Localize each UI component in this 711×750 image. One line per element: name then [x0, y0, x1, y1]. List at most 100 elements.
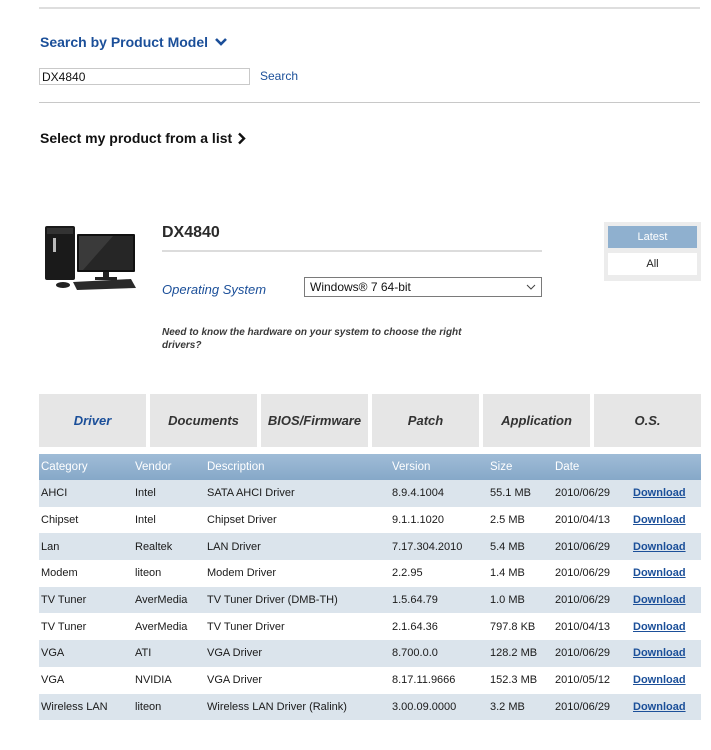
- select-list-label: Select my product from a list: [40, 130, 233, 146]
- cell-size: 1.0 MB: [490, 594, 525, 607]
- table-row: VGA NVIDIA VGA Driver 8.17.11.9666 152.3 MB 2…: [39, 666, 701, 694]
- table-header-row: Category Vendor Description Version Size…: [39, 454, 701, 480]
- cell-date: 2010/06/29: [555, 700, 611, 713]
- cell-version: 8.9.4.1004: [392, 487, 444, 500]
- tab-documents[interactable]: Documents: [150, 394, 257, 447]
- header-description: Description: [207, 461, 265, 473]
- cell-description: LAN Driver: [207, 540, 261, 553]
- cell-description: TV Tuner Driver (DMB-TH): [207, 594, 338, 607]
- cell-action: Download: [631, 507, 701, 534]
- header-category: Category: [41, 461, 88, 473]
- cell-version: 3.00.09.0000: [392, 700, 457, 713]
- cell-version: 8.17.11.9666: [392, 674, 456, 687]
- version-filter: Latest All: [604, 222, 701, 281]
- cell-size: 128.2 MB: [490, 647, 538, 660]
- cell-action: Download: [631, 560, 701, 587]
- model-search-input[interactable]: [39, 68, 250, 85]
- chevron-right-icon: [238, 132, 246, 144]
- download-link[interactable]: Download: [633, 674, 686, 686]
- download-link[interactable]: Download: [633, 701, 686, 713]
- cell-vendor: AverMedia: [135, 594, 188, 607]
- cell-date: 2010/04/13: [555, 620, 611, 633]
- product-model-title: DX4840: [162, 224, 220, 241]
- cell-vendor: ATI: [135, 647, 152, 660]
- driver-table: Category Vendor Description Version Size…: [39, 454, 701, 721]
- os-label: Operating System: [162, 282, 267, 297]
- download-link[interactable]: Download: [633, 487, 686, 499]
- cell-vendor: liteon: [135, 567, 162, 580]
- top-divider: [39, 7, 700, 9]
- cell-vendor: NVIDIA: [135, 674, 172, 687]
- cell-category: VGA: [41, 674, 65, 687]
- cell-date: 2010/06/29: [555, 594, 611, 607]
- download-link[interactable]: Download: [633, 594, 686, 606]
- cell-date: 2010/06/29: [555, 487, 611, 500]
- tab-bios-firmware[interactable]: BIOS/Firmware: [261, 394, 368, 447]
- cell-size: 152.3 MB: [490, 674, 538, 687]
- table-row: Chipset Intel Chipset Driver 9.1.1.1020 2.5 …: [39, 506, 701, 534]
- table-row: Wireless LAN liteon Wireless LAN Driver (R…: [39, 693, 701, 721]
- hardware-help-link[interactable]: Need to know the hardware on your system…: [162, 326, 502, 352]
- cell-version: 7.17.304.2010: [392, 540, 463, 553]
- tab-driver[interactable]: Driver: [39, 394, 146, 447]
- cell-description: TV Tuner Driver: [207, 620, 285, 633]
- header-version: Version: [392, 461, 431, 473]
- cell-action: Download: [631, 533, 701, 560]
- cell-category: AHCI: [41, 487, 68, 500]
- cell-category: VGA: [41, 647, 65, 660]
- cell-description: Modem Driver: [207, 567, 277, 580]
- cell-size: 55.1 MB: [490, 487, 531, 500]
- filter-all-button[interactable]: All: [608, 253, 697, 275]
- cell-size: 797.8 KB: [490, 620, 536, 633]
- cell-description: SATA AHCI Driver: [207, 487, 295, 500]
- tab-application[interactable]: Application: [483, 394, 590, 447]
- cell-action: Download: [631, 667, 701, 694]
- cell-category: TV Tuner: [41, 594, 87, 607]
- cell-description: VGA Driver: [207, 674, 263, 687]
- download-link[interactable]: Download: [633, 567, 686, 579]
- table-row: VGA ATI VGA Driver 8.700.0.0 128.2 MB 2010/06…: [39, 640, 701, 667]
- cell-category: Wireless LAN: [41, 700, 108, 713]
- table-row: TV Tuner AverMedia TV Tuner Driver 2.1.64.3…: [39, 613, 701, 641]
- download-category-tabs: Driver Documents BIOS/Firmware Patch App…: [39, 394, 701, 447]
- cell-description: Chipset Driver: [207, 514, 277, 527]
- search-heading-label: Search by Product Model: [40, 34, 209, 50]
- filter-latest-button[interactable]: Latest: [608, 226, 697, 248]
- cell-version: 2.2.95: [392, 567, 423, 580]
- cell-version: 9.1.1.1020: [392, 514, 444, 527]
- download-link[interactable]: Download: [633, 514, 686, 526]
- cell-vendor: AverMedia: [135, 620, 188, 633]
- desktop-computer-image: [45, 226, 136, 290]
- cell-category: Modem: [41, 567, 78, 580]
- download-link[interactable]: Download: [633, 541, 686, 553]
- tab-patch[interactable]: Patch: [372, 394, 479, 447]
- cell-action: Download: [631, 694, 701, 721]
- cell-description: Wireless LAN Driver (Ralink): [207, 700, 347, 713]
- cell-action: Download: [631, 587, 701, 614]
- title-divider: [162, 250, 542, 252]
- select-from-list-link[interactable]: Select my product from a list: [40, 130, 247, 146]
- search-by-model-toggle[interactable]: Search by Product Model: [40, 34, 228, 50]
- cell-size: 1.4 MB: [490, 567, 525, 580]
- cell-date: 2010/06/29: [555, 647, 611, 660]
- search-button[interactable]: Search: [260, 69, 298, 83]
- cell-category: Lan: [41, 540, 60, 553]
- chevron-down-icon: [215, 38, 227, 46]
- table-row: AHCI Intel SATA AHCI Driver 8.9.4.1004 55.1 …: [39, 480, 701, 507]
- dropdown-caret-icon: [526, 284, 536, 290]
- cell-date: 2010/06/29: [555, 567, 611, 580]
- section-divider: [39, 102, 700, 103]
- cell-action: Download: [631, 640, 701, 667]
- cell-vendor: Intel: [135, 487, 156, 500]
- tab-os[interactable]: O.S.: [594, 394, 701, 447]
- cell-size: 2.5 MB: [490, 514, 525, 527]
- cell-action: Download: [631, 480, 701, 507]
- cell-vendor: Intel: [135, 514, 156, 527]
- cell-vendor: Realtek: [135, 540, 173, 553]
- download-link[interactable]: Download: [633, 621, 686, 633]
- download-link[interactable]: Download: [633, 647, 686, 659]
- os-selected-value: Windows® 7 64-bit: [310, 280, 411, 294]
- os-select[interactable]: Windows® 7 64-bit: [304, 277, 542, 297]
- cell-date: 2010/04/13: [555, 514, 611, 527]
- header-size: Size: [490, 461, 513, 473]
